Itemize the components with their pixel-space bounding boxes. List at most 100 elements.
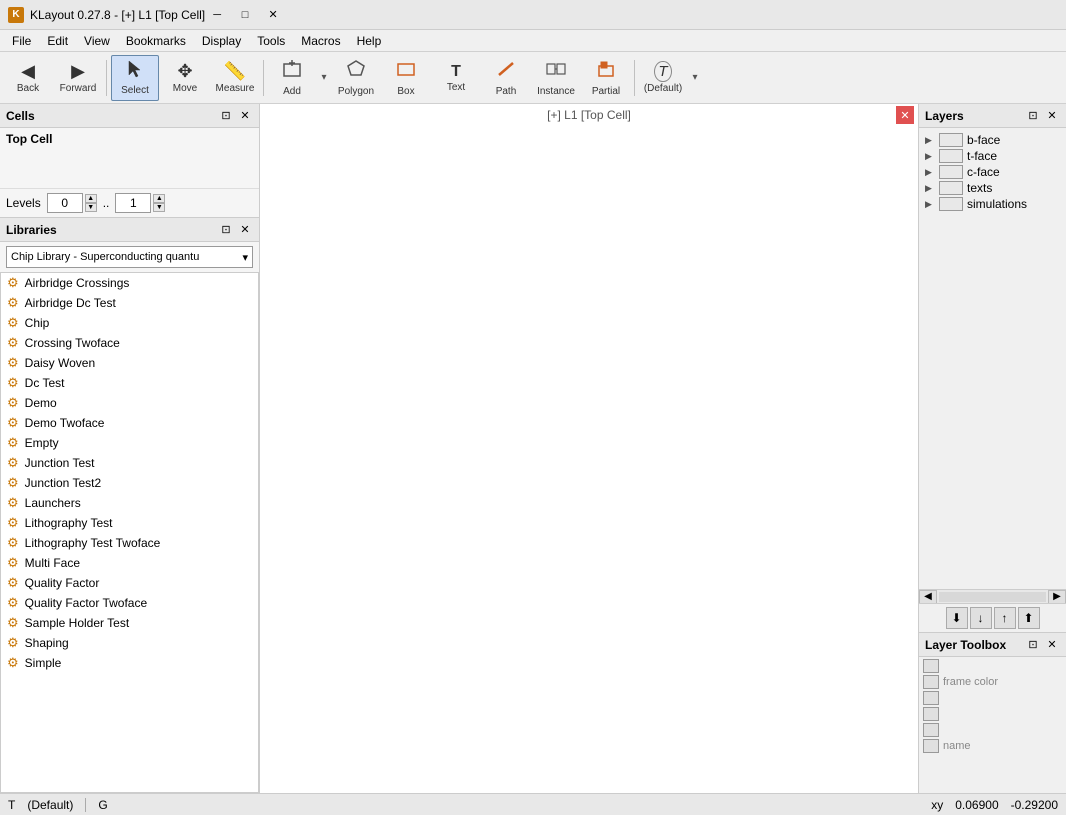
menu-item-macros[interactable]: Macros [293, 32, 348, 50]
lib-item[interactable]: ⚙Lithography Test [1, 513, 258, 533]
layer-down-small-button[interactable]: ↓ [970, 607, 992, 629]
lib-item[interactable]: ⚙Multi Face [1, 553, 258, 573]
canvas-close-button[interactable]: ✕ [896, 106, 914, 124]
back-button[interactable]: ◀ Back [4, 55, 52, 101]
partial-label: Partial [592, 86, 620, 97]
layers-restore-button[interactable]: ⊡ [1025, 108, 1041, 124]
partial-button[interactable]: Partial [582, 55, 630, 101]
ltb-item: frame color [923, 675, 1062, 689]
measure-icon: 📏 [224, 61, 246, 82]
lib-item[interactable]: ⚙Empty [1, 433, 258, 453]
add-dropdown[interactable]: ▾ [318, 55, 330, 101]
levels-to-group: 1 ▲ ▼ [115, 193, 165, 213]
lib-item[interactable]: ⚙Demo Twoface [1, 413, 258, 433]
gear-icon: ⚙ [7, 375, 19, 391]
menu-item-file[interactable]: File [4, 32, 39, 50]
from-down-btn[interactable]: ▼ [85, 203, 97, 212]
select-button[interactable]: Select [111, 55, 159, 101]
hscroll-track[interactable] [939, 592, 1046, 602]
cells-close-button[interactable]: ✕ [237, 108, 253, 124]
lib-item-label: Airbridge Dc Test [25, 296, 116, 310]
to-up-btn[interactable]: ▲ [153, 194, 165, 203]
lib-item-label: Quality Factor Twoface [25, 596, 148, 610]
menu-item-display[interactable]: Display [194, 32, 249, 50]
levels-to-input[interactable]: 1 [115, 193, 151, 213]
hscroll-left[interactable]: ◀ [919, 590, 937, 604]
libraries-close-button[interactable]: ✕ [237, 222, 253, 238]
status-grid: G [98, 798, 107, 812]
forward-button[interactable]: ▶ Forward [54, 55, 102, 101]
levels-from-input[interactable]: 0 [47, 193, 83, 213]
cells-title: Cells [6, 109, 35, 123]
cells-restore-button[interactable]: ⊡ [218, 108, 234, 124]
add-button[interactable]: Add [268, 55, 316, 101]
lib-item[interactable]: ⚙Simple [1, 653, 258, 673]
lib-item[interactable]: ⚙Dc Test [1, 373, 258, 393]
layer-name: t-face [967, 149, 997, 163]
menu-item-bookmarks[interactable]: Bookmarks [118, 32, 194, 50]
menu-item-tools[interactable]: Tools [249, 32, 293, 50]
move-button[interactable]: ✥ Move [161, 55, 209, 101]
menu-item-edit[interactable]: Edit [39, 32, 76, 50]
minimize-button[interactable]: ─ [205, 6, 229, 24]
lib-item-label: Quality Factor [25, 576, 100, 590]
from-up-btn[interactable]: ▲ [85, 194, 97, 203]
right-panel: Layers ⊡ ✕ ▶b-face▶t-face▶c-face▶texts▶s… [918, 104, 1066, 793]
canvas[interactable]: [+] L1 [Top Cell] ✕ [260, 104, 918, 793]
layers-hscroll: ◀ ▶ [919, 589, 1066, 603]
lib-item[interactable]: ⚙Daisy Woven [1, 353, 258, 373]
lib-item-label: Daisy Woven [25, 356, 95, 370]
lib-item[interactable]: ⚙Junction Test2 [1, 473, 258, 493]
instance-button[interactable]: Instance [532, 55, 580, 101]
lib-item[interactable]: ⚙Shaping [1, 633, 258, 653]
lib-item[interactable]: ⚙Quality Factor Twoface [1, 593, 258, 613]
layer-item[interactable]: ▶simulations [921, 196, 1064, 212]
to-spinner: ▲ ▼ [153, 194, 165, 212]
layer-swatch [939, 133, 963, 147]
forward-label: Forward [60, 83, 97, 94]
layers-close-button[interactable]: ✕ [1044, 108, 1060, 124]
lib-item[interactable]: ⚙Crossing Twoface [1, 333, 258, 353]
text-button[interactable]: T Text [432, 55, 480, 101]
lib-item[interactable]: ⚙Quality Factor [1, 573, 258, 593]
layer-item[interactable]: ▶texts [921, 180, 1064, 196]
layer-down-button[interactable]: ⬇ [946, 607, 968, 629]
default-dropdown[interactable]: ▾ [689, 55, 701, 101]
to-down-btn[interactable]: ▼ [153, 203, 165, 212]
lib-item[interactable]: ⚙Junction Test [1, 453, 258, 473]
menu-item-view[interactable]: View [76, 32, 118, 50]
layer-expand-icon: ▶ [925, 199, 935, 210]
libraries-restore-button[interactable]: ⊡ [218, 222, 234, 238]
layer-item[interactable]: ▶ t-face [921, 148, 1064, 164]
layer-up-button[interactable]: ⬆ [1018, 607, 1040, 629]
library-dropdown[interactable]: Chip Library - Superconducting quantu ▾ [6, 246, 253, 268]
polygon-button[interactable]: Polygon [332, 55, 380, 101]
ltb-close-button[interactable]: ✕ [1044, 637, 1060, 653]
layer-name: texts [967, 181, 992, 195]
layer-item[interactable]: ▶c-face [921, 164, 1064, 180]
layer-up-small-button[interactable]: ↑ [994, 607, 1016, 629]
layer-item[interactable]: ▶b-face [921, 132, 1064, 148]
close-button[interactable]: ✕ [261, 6, 285, 24]
default-button[interactable]: T (Default) [639, 55, 687, 101]
hscroll-right[interactable]: ▶ [1048, 590, 1066, 604]
measure-button[interactable]: 📏 Measure [211, 55, 259, 101]
ltb-restore-button[interactable]: ⊡ [1025, 637, 1041, 653]
lib-item[interactable]: ⚙Airbridge Crossings [1, 273, 258, 293]
polygon-label: Polygon [338, 86, 374, 97]
maximize-button[interactable]: □ [233, 6, 257, 24]
layers-list: ▶b-face▶t-face▶c-face▶texts▶simulations [919, 128, 1066, 589]
lib-item[interactable]: ⚙Sample Holder Test [1, 613, 258, 633]
lib-item[interactable]: ⚙Launchers [1, 493, 258, 513]
path-button[interactable]: Path [482, 55, 530, 101]
lib-item[interactable]: ⚙Airbridge Dc Test [1, 293, 258, 313]
layer-toolbox-controls: ⊡ ✕ [1025, 637, 1060, 653]
layer-expand-icon: ▶ [925, 151, 935, 162]
lib-item[interactable]: ⚙Lithography Test Twoface [1, 533, 258, 553]
layer-toolbox-title: Layer Toolbox [925, 638, 1006, 652]
layer-name: c-face [967, 165, 1000, 179]
box-button[interactable]: Box [382, 55, 430, 101]
lib-item[interactable]: ⚙Demo [1, 393, 258, 413]
lib-item[interactable]: ⚙Chip [1, 313, 258, 333]
menu-item-help[interactable]: Help [349, 32, 390, 50]
